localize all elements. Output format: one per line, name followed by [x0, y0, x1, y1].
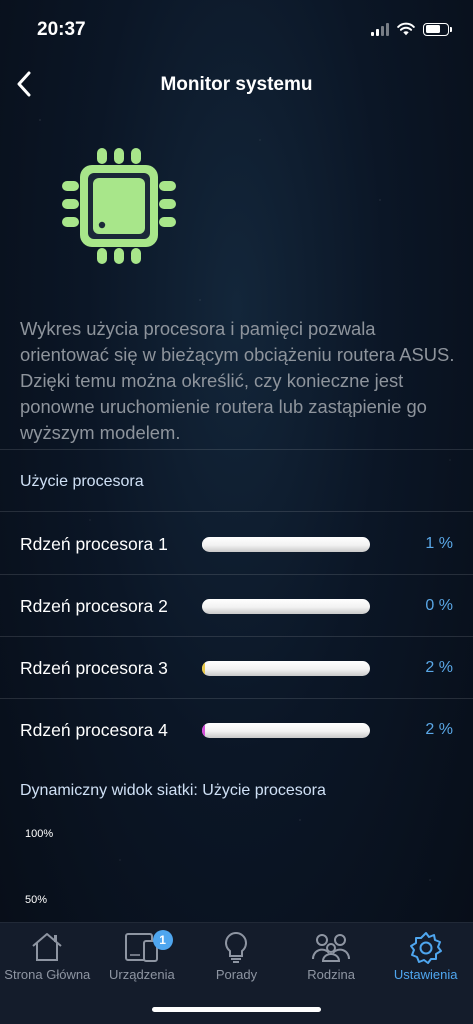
core-usage-value: 0 %: [425, 597, 453, 614]
status-time: 20:37: [37, 19, 86, 40]
core-row-1: Rdzeń procesora 1 1 %: [0, 512, 473, 574]
core-row-3: Rdzeń procesora 3 2 %: [0, 636, 473, 698]
section-header-cpu-usage: Użycie procesora: [20, 473, 144, 490]
tab-label: Rodzina: [307, 967, 355, 982]
core-usage-bar-fill: [202, 537, 204, 552]
core-usage-bar: [202, 599, 370, 614]
tab-label: Ustawienia: [393, 967, 458, 982]
divider: [0, 449, 473, 450]
tab-devices[interactable]: 1 Urządzenia: [95, 923, 190, 993]
notification-badge: 1: [152, 930, 173, 950]
core-usage-bar-fill: [202, 661, 206, 676]
core-label: Rdzeń procesora 2: [20, 596, 168, 616]
core-row-4: Rdzeń procesora 4 2 %: [0, 698, 473, 760]
tab-home[interactable]: Strona Główna: [0, 923, 95, 993]
core-label: Rdzeń procesora 1: [20, 534, 168, 554]
gear-icon: [409, 932, 442, 964]
core-usage-bar-fill: [202, 723, 206, 738]
tab-label: Porady: [215, 967, 258, 982]
core-usage-bar: [202, 537, 370, 552]
core-label: Rdzeń procesora 4: [20, 720, 168, 740]
family-icon: [312, 934, 351, 962]
chart-tick-label: 50%: [25, 894, 48, 906]
navigation-bar: Monitor systemu: [0, 62, 473, 108]
tab-label: Strona Główna: [4, 967, 91, 982]
home-icon: [32, 933, 62, 961]
cpu-chip-icon: [62, 148, 176, 264]
page-title: Monitor systemu: [160, 74, 313, 95]
tab-label: Urządzenia: [109, 967, 175, 982]
battery-icon: [423, 22, 452, 36]
core-label: Rdzeń procesora 3: [20, 658, 168, 678]
core-row-2: Rdzeń procesora 2 0 %: [0, 574, 473, 636]
core-usage-bar: [202, 661, 370, 676]
lightbulb-icon: [225, 931, 248, 963]
status-bar: 20:37: [0, 0, 473, 58]
status-icons: [371, 22, 452, 36]
tab-settings[interactable]: Ustawienia: [378, 923, 473, 993]
tab-tips[interactable]: Porady: [189, 923, 284, 993]
core-usage-value: 2 %: [425, 659, 453, 676]
home-indicator: [152, 1007, 321, 1012]
section-header-dynamic-chart: Dynamiczny widok siatki: Użycie procesor…: [20, 782, 326, 799]
chart-tick-label: 100%: [25, 828, 54, 840]
wifi-icon: [397, 22, 415, 36]
core-usage-value: 2 %: [425, 721, 453, 738]
cellular-signal-icon: [371, 22, 389, 36]
core-usage-value: 1 %: [425, 535, 453, 552]
dynamic-cpu-chart: 100% 50%: [0, 810, 473, 922]
tab-family[interactable]: Rodzina: [284, 923, 379, 993]
description-text: Wykres użycia procesora i pamięci pozwal…: [20, 318, 455, 443]
core-usage-bar: [202, 723, 370, 738]
